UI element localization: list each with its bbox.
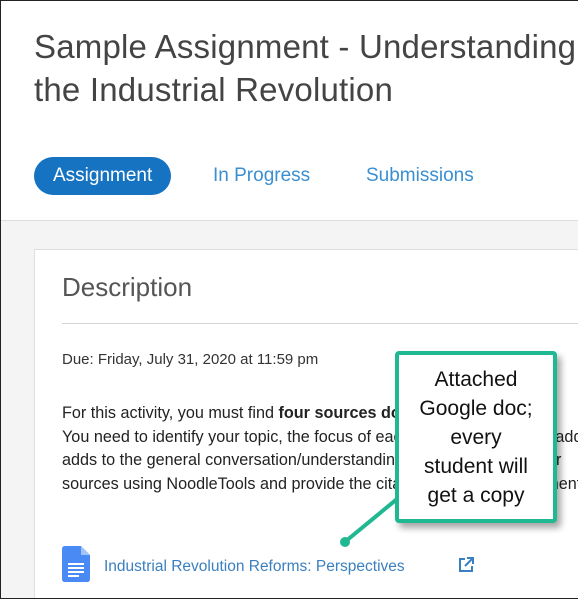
app-frame: Sample Assignment - Understanding the In… [0, 0, 578, 599]
callout-text: Attached Google doc; every student will … [419, 368, 533, 507]
callout-annotation: Attached Google doc; every student will … [395, 351, 557, 523]
